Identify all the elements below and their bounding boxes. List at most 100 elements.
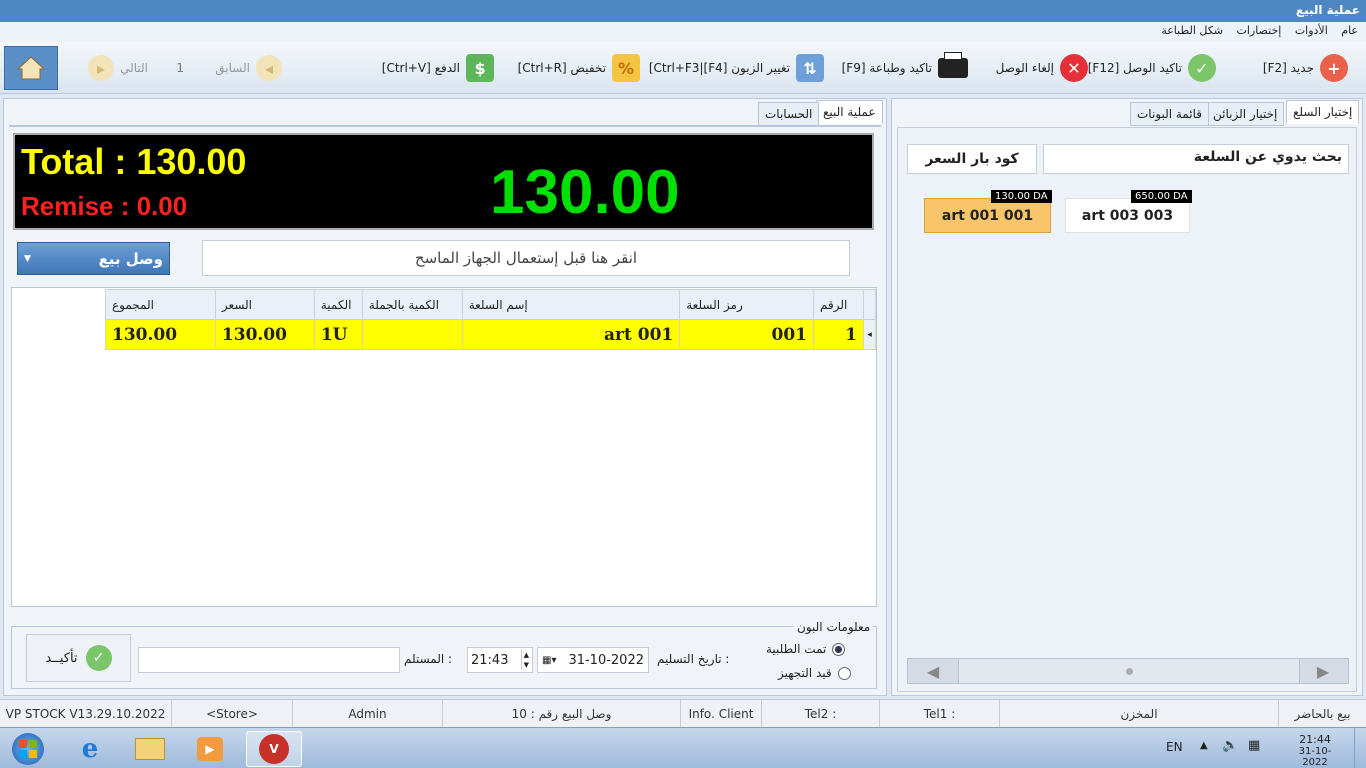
col-total[interactable]: المجموع (105, 289, 216, 320)
product-tile-art-003[interactable]: art 003 003 (1065, 198, 1190, 233)
confirm-receipt-label: تاكيد الوصل [F12] (1087, 61, 1182, 75)
windows-logo-icon (12, 733, 44, 765)
menu-tools[interactable]: الأدوات (1295, 24, 1328, 37)
menu-general[interactable]: عام (1341, 24, 1358, 37)
cell-item-name[interactable]: art 001 (461, 319, 681, 350)
clock-time: 21:44 (1299, 733, 1331, 746)
product-price-badge: 130.00 DA (991, 190, 1052, 203)
col-item-code[interactable]: رمز السلعة (679, 289, 814, 320)
confirm-print-label: تاكيد وطباعة [F9] (841, 61, 932, 75)
tab-clients[interactable]: إختيار الزبائن (1206, 102, 1285, 126)
catalog-scrollbar[interactable]: ◀ ▶ (907, 658, 1349, 684)
folder-taskbar-icon[interactable] (122, 731, 178, 767)
taskbar: e ▶ V EN ▲ 🔈 ▦ 21:44 31-10-2022 (0, 727, 1366, 768)
col-qty[interactable]: الكمية (313, 289, 363, 320)
scanner-input[interactable]: انقر هنا قبل إستعمال الجهاز الماسح (202, 240, 850, 276)
cash-sale-label: بيع بالحاضر (1294, 707, 1351, 721)
scroll-right-icon[interactable]: ▶ (1298, 659, 1348, 683)
items-grid: المجموع السعر الكمية الكمية بالجملة إسم … (11, 287, 877, 607)
tab-receipts[interactable]: قائمة البونات (1130, 102, 1210, 126)
tab-accounts[interactable]: الحسابات (758, 102, 820, 126)
radio-done[interactable]: تمت الطلبية (766, 642, 846, 656)
tab-sale[interactable]: عملية البيع (816, 100, 883, 124)
discount-button[interactable]: % تخفيض [Ctrl+R] (518, 48, 640, 88)
payment-button[interactable]: $ الدفع [Ctrl+V] (382, 48, 494, 88)
clock-date: 31-10-2022 (1298, 746, 1332, 768)
product-tile-art-001[interactable]: art 001 001 (924, 198, 1051, 233)
barcode-button[interactable]: كود بار السعر (907, 144, 1037, 174)
tel1-label: Tel1 : (880, 700, 1000, 728)
sale-type-dropdown[interactable]: ▼ وصل بيع (17, 242, 170, 275)
calendar-dropdown-icon: ▦▾ (542, 654, 557, 666)
language-indicator[interactable]: EN (1166, 740, 1183, 754)
radio-preparing[interactable]: قيد التجهيز (778, 666, 851, 680)
delivery-date-label: تاريخ التسليم : (657, 652, 730, 666)
table-row[interactable]: 130.00 130.00 1U art 001 001 1 ◂ (105, 319, 877, 350)
receiver-input[interactable] (138, 647, 400, 673)
previous-button[interactable]: ◂ السابق (215, 48, 282, 88)
row-pointer-icon: ◂ (862, 319, 877, 350)
menu-shortcuts[interactable]: إختصارات (1237, 24, 1282, 37)
grid-header: المجموع السعر الكمية الكمية بالجملة إسم … (105, 289, 877, 320)
radio-done-label: تمت الطلبية (766, 642, 827, 656)
plus-icon: + (1320, 54, 1348, 82)
next-button[interactable]: التالي ▸ (88, 48, 148, 88)
col-number[interactable]: الرقم (813, 289, 864, 320)
radio-preparing-label: قيد التجهيز (778, 666, 832, 680)
order-info-legend: معلومات البون (794, 620, 874, 634)
manual-search-input[interactable]: بحث يدوي عن السلعة (1043, 144, 1349, 174)
scroll-thumb[interactable] (958, 659, 1300, 683)
home-button[interactable] (4, 46, 58, 90)
chevron-down-icon: ▼ (24, 253, 31, 264)
status-bar: VP STOCK V13.29.10.2022 <Store> Admin وص… (0, 699, 1366, 728)
delivery-time-stepper[interactable]: 21:43 ▲ ▼ (467, 647, 533, 673)
change-client-button[interactable]: ⇅ تغيير الزبون [F4]|Ctrl+F3] (649, 48, 824, 88)
scroll-left-icon[interactable]: ◀ (908, 659, 958, 683)
start-button[interactable] (0, 731, 56, 767)
sale-number-label: وصل البيع رقم : 10 (443, 700, 681, 728)
confirm-order-button[interactable]: تأكيــد ✓ (26, 634, 131, 682)
clock[interactable]: 21:44 31-10-2022 (1290, 733, 1340, 768)
tel2-label: Tel2 : (762, 700, 880, 728)
toolbar: + جديد [F2] ✓ تاكيد الوصل [F12] ✕ إلغاء … (0, 42, 1366, 94)
info-client-button[interactable]: Info. Client (681, 700, 762, 728)
cell-wholesale-qty[interactable] (361, 319, 463, 350)
arrow-right-icon: ▸ (88, 55, 115, 81)
ie-taskbar-icon[interactable]: e (62, 731, 118, 767)
menu-print-format[interactable]: شكل الطباعة (1161, 24, 1223, 37)
menu-bar: عام الأدوات إختصارات شكل الطباعة (0, 22, 1366, 42)
next-label: التالي (120, 61, 148, 75)
tab-items[interactable]: إختيار السلع (1286, 100, 1360, 124)
big-total: 130.00 (490, 158, 680, 227)
col-price[interactable]: السعر (214, 289, 315, 320)
show-desktop-button[interactable] (1354, 728, 1366, 768)
confirm-receipt-button[interactable]: ✓ تاكيد الوصل [F12] (1088, 48, 1216, 88)
media-player-taskbar-icon[interactable]: ▶ (182, 731, 238, 767)
delivery-date-picker[interactable]: ▦▾ 31-10-2022 (537, 647, 649, 673)
cell-number[interactable]: 1 (813, 319, 864, 350)
new-button[interactable]: + جديد [F2] (1263, 48, 1348, 88)
version-label: VP STOCK V13.29.10.2022 (0, 700, 172, 728)
volume-icon[interactable]: 🔈 (1222, 738, 1238, 753)
network-icon[interactable]: ▦ (1248, 738, 1260, 753)
receiver-label: المستلم : (404, 652, 453, 666)
payment-label: الدفع [Ctrl+V] (381, 61, 460, 75)
cancel-receipt-button[interactable]: ✕ إلغاء الوصل (996, 48, 1088, 88)
cell-total[interactable]: 130.00 (105, 319, 216, 350)
col-wholesale-qty[interactable]: الكمية بالجملة (361, 289, 463, 320)
sale-type-label: وصل بيع (98, 249, 163, 268)
previous-label: السابق (215, 61, 250, 75)
cell-qty[interactable]: 1U (313, 319, 363, 350)
window-title: عملية البيع (0, 0, 1366, 22)
printer-icon (938, 52, 968, 78)
cell-price[interactable]: 130.00 (214, 319, 315, 350)
delivery-date-value: 31-10-2022 (568, 652, 644, 668)
product-name: art 001 001 (941, 207, 1034, 224)
cell-item-code[interactable]: 001 (679, 319, 814, 350)
col-item-name[interactable]: إسم السلعة (461, 289, 681, 320)
radio-unchecked-icon (837, 666, 851, 680)
vpstock-taskbar-icon[interactable]: V (246, 731, 302, 767)
row-indicator-header (862, 289, 877, 320)
tray-arrow-icon[interactable]: ▲ (1200, 740, 1208, 751)
confirm-print-button[interactable]: تاكيد وطباعة [F9] (842, 48, 968, 88)
